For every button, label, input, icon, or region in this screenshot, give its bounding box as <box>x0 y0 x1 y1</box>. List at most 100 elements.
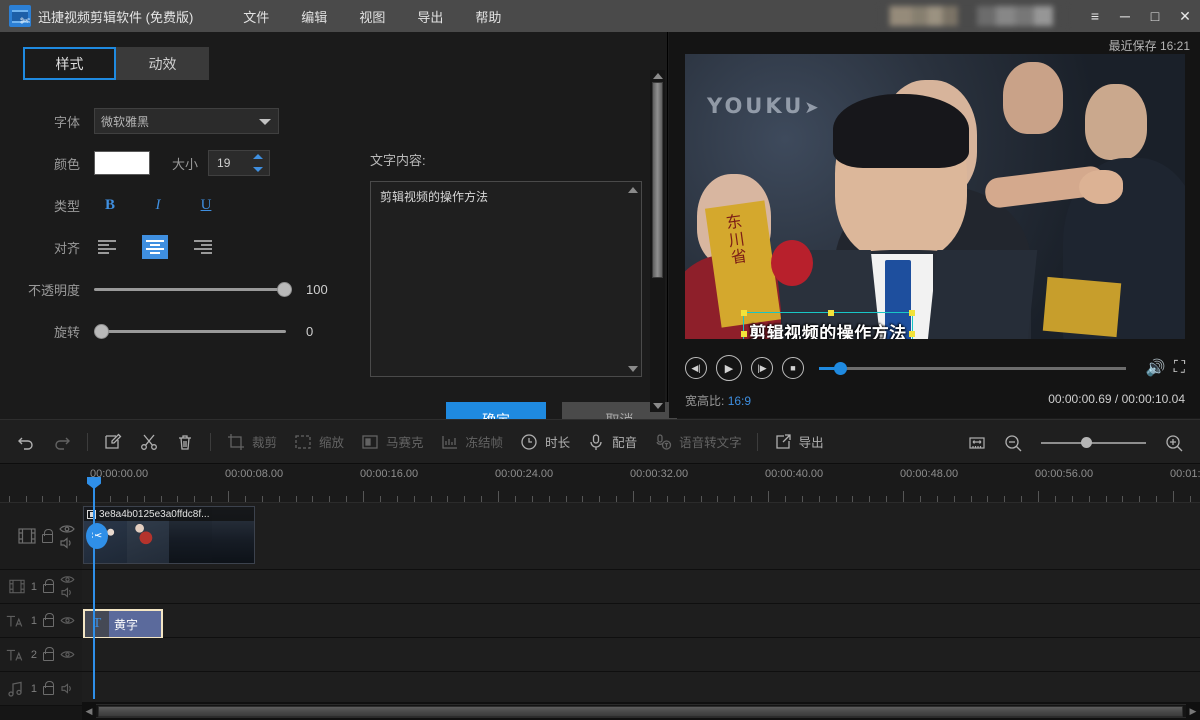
export-icon[interactable]: 导出 <box>765 419 832 464</box>
duration-clock-icon[interactable]: 时长 <box>511 419 578 464</box>
menu-item-export[interactable]: 导出 <box>401 3 459 30</box>
track-header-text-2[interactable]: 2 <box>0 638 82 671</box>
font-size-stepper[interactable]: 19 <box>208 150 270 176</box>
menu-item-file[interactable]: 文件 <box>227 3 285 30</box>
unlock-icon[interactable] <box>42 534 53 543</box>
scale-icon[interactable]: 缩放 <box>285 419 352 464</box>
align-center-button[interactable] <box>142 235 168 259</box>
panel-scroll-down-icon[interactable] <box>650 400 665 412</box>
undo-icon[interactable] <box>8 419 44 464</box>
app-logo-icon: ✄ <box>9 5 31 27</box>
textarea-scrollbar[interactable] <box>626 183 640 375</box>
track-header-video-0[interactable] <box>0 503 82 569</box>
eye-icon[interactable] <box>60 650 75 659</box>
scroll-down-icon[interactable] <box>626 362 640 375</box>
playback-progress-slider[interactable] <box>819 359 1126 377</box>
zoom-in-icon[interactable] <box>1156 420 1192 465</box>
play-icon[interactable]: ▶ <box>716 355 742 381</box>
unlock-icon[interactable] <box>43 652 54 661</box>
text-clip[interactable]: T 黄字 <box>83 609 163 639</box>
track-body-video-1[interactable] <box>82 570 1200 603</box>
track-body-video-0[interactable]: 3e8a4b0125e3a0ffdc8f... ✂ <box>82 503 1200 569</box>
opacity-slider[interactable] <box>94 279 292 299</box>
progress-knob[interactable] <box>834 362 847 375</box>
tab-animation[interactable]: 动效 <box>116 47 209 80</box>
delete-icon[interactable] <box>167 419 203 464</box>
subtitle-selection-box[interactable]: 剪辑视频的操作方法 <box>743 312 913 339</box>
resize-handle-w[interactable] <box>741 331 747 337</box>
track-body-text-2[interactable] <box>82 638 1200 671</box>
track-body-text-1[interactable]: T 黄字 <box>82 604 1200 637</box>
freeze-frame-icon[interactable]: 冻结帧 <box>432 419 512 464</box>
split-scissors-icon[interactable]: ✂ <box>86 523 108 549</box>
timeline-zoom-slider[interactable] <box>1041 435 1146 451</box>
video-preview[interactable]: 东川省 YOUKU➤ 剪辑视频的操作方法 <box>685 54 1185 339</box>
fullscreen-icon[interactable]: ⛶ <box>1174 359 1185 377</box>
minimize-icon[interactable]: ─ <box>1110 0 1140 32</box>
menu-item-edit[interactable]: 编辑 <box>285 3 343 30</box>
volume-icon[interactable]: 🔊 <box>1146 358 1166 378</box>
text-content-textarea[interactable]: 剪辑视频的操作方法 <box>370 181 642 377</box>
unlock-icon[interactable] <box>43 686 54 695</box>
mosaic-icon[interactable]: 马赛克 <box>352 419 432 464</box>
rotate-slider[interactable] <box>94 321 286 341</box>
tab-style[interactable]: 样式 <box>23 47 116 80</box>
track-header-audio-1[interactable]: 1 <box>0 672 82 705</box>
hamburger-menu-icon[interactable]: ≡ <box>1080 0 1110 32</box>
scrollbar-trough[interactable] <box>96 704 1186 718</box>
zoom-out-icon[interactable] <box>995 420 1031 465</box>
eye-icon[interactable] <box>59 524 75 534</box>
stop-icon[interactable]: ■ <box>782 357 804 379</box>
timeline-horizontal-scrollbar[interactable]: ◀ ▶ <box>82 702 1200 720</box>
color-swatch[interactable] <box>94 151 150 175</box>
resize-handle-e[interactable] <box>909 331 915 337</box>
underline-button[interactable]: U <box>190 193 222 217</box>
resize-handle-n[interactable] <box>828 310 834 316</box>
redo-icon[interactable] <box>44 419 80 464</box>
unlock-icon[interactable] <box>43 584 54 593</box>
stepper-down-icon[interactable] <box>253 167 263 172</box>
speaker-icon[interactable] <box>59 537 75 549</box>
timeline-ruler[interactable]: 00:00:00.0000:00:08.0000:00:16.0000:00:2… <box>0 465 1200 503</box>
maximize-icon[interactable]: □ <box>1140 0 1170 32</box>
scrollbar-thumb[interactable] <box>98 706 1183 717</box>
speaker-icon[interactable] <box>60 587 75 598</box>
track-header-text-1[interactable]: 1 <box>0 604 82 637</box>
rotate-slider-knob[interactable] <box>94 324 109 339</box>
cut-icon[interactable] <box>131 419 167 464</box>
track-body-audio-1[interactable] <box>82 672 1200 705</box>
edit-icon[interactable] <box>95 419 131 464</box>
scroll-up-icon[interactable] <box>626 183 640 196</box>
menu-item-view[interactable]: 视图 <box>343 3 401 30</box>
crop-icon[interactable]: 裁剪 <box>218 419 285 464</box>
step-backward-icon[interactable]: ◀| <box>685 357 707 379</box>
panel-scrollbar-thumb[interactable] <box>652 82 663 278</box>
unlock-icon[interactable] <box>43 618 54 627</box>
menu-item-help[interactable]: 帮助 <box>459 3 517 30</box>
align-left-button[interactable] <box>94 235 120 259</box>
opacity-slider-knob[interactable] <box>277 282 292 297</box>
stepper-up-icon[interactable] <box>253 154 263 159</box>
eye-icon[interactable] <box>60 575 75 584</box>
align-right-button[interactable] <box>190 235 216 259</box>
font-select[interactable]: 微软雅黑 <box>94 108 279 134</box>
speech-to-text-icon[interactable]: 语音转文字 <box>645 419 750 464</box>
resize-handle-ne[interactable] <box>909 310 915 316</box>
microphone-icon[interactable]: 配音 <box>578 419 645 464</box>
scroll-left-icon[interactable]: ◀ <box>82 702 96 720</box>
track-header-video-1[interactable]: 1 <box>0 570 82 603</box>
italic-button[interactable]: I <box>142 193 174 217</box>
zoom-slider-knob[interactable] <box>1081 437 1092 448</box>
speaker-icon[interactable] <box>60 683 75 694</box>
close-icon[interactable]: ✕ <box>1170 0 1200 32</box>
video-clip[interactable]: 3e8a4b0125e3a0ffdc8f... <box>83 506 255 564</box>
panel-scrollbar[interactable] <box>650 70 665 412</box>
fit-to-window-icon[interactable] <box>959 420 995 465</box>
step-forward-icon[interactable]: |▶ <box>751 357 773 379</box>
eye-icon[interactable] <box>60 616 75 625</box>
panel-scroll-up-icon[interactable] <box>650 70 665 82</box>
resize-handle-nw[interactable] <box>741 310 747 316</box>
playhead[interactable] <box>93 487 95 699</box>
scroll-right-icon[interactable]: ▶ <box>1186 702 1200 720</box>
bold-button[interactable]: B <box>94 193 126 217</box>
